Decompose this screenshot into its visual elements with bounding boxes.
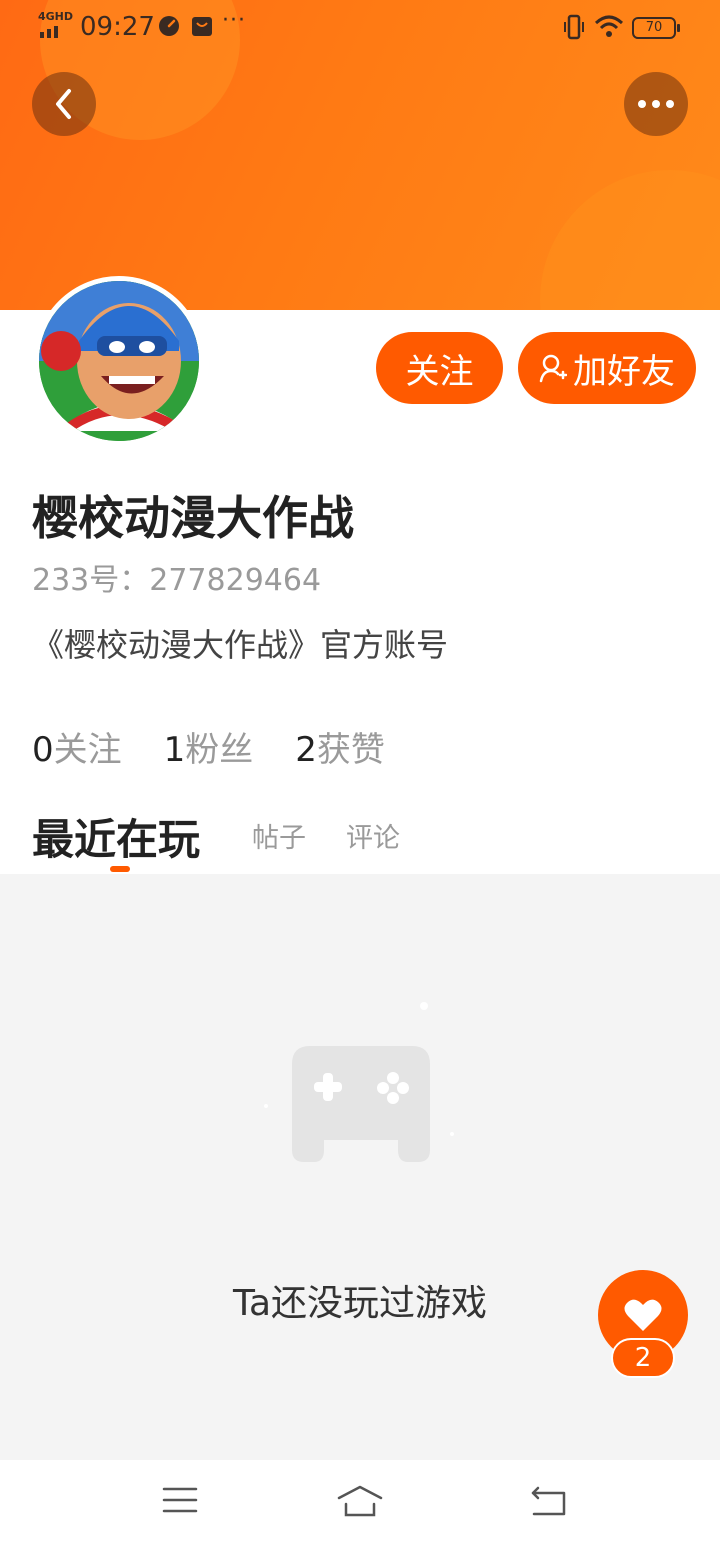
wifi-icon xyxy=(594,15,624,37)
back-button[interactable] xyxy=(32,72,96,136)
system-nav-bar xyxy=(0,1460,720,1544)
vibrate-icon xyxy=(564,14,584,40)
like-count-badge: 2 xyxy=(611,1338,675,1378)
more-dots-icon xyxy=(638,100,674,108)
add-friend-button[interactable]: 加好友 xyxy=(518,332,696,404)
stat-label: 粉丝 xyxy=(185,730,254,770)
tab-posts[interactable]: 帖子 xyxy=(252,816,306,855)
stat-number: 0 xyxy=(32,730,54,770)
chevron-left-icon xyxy=(56,89,71,119)
status-bar: 4GHD 09:27 ··· 70 xyxy=(0,0,720,56)
stat-following[interactable]: 0关注 xyxy=(32,722,122,771)
add-friend-label: 加好友 xyxy=(573,351,675,392)
user-plus-icon xyxy=(539,354,567,383)
speedometer-icon xyxy=(159,16,179,36)
stat-number: 2 xyxy=(295,730,317,770)
bag-icon xyxy=(192,17,212,36)
tab-comments[interactable]: 评论 xyxy=(346,816,400,855)
avatar[interactable] xyxy=(34,276,204,446)
stat-label: 获赞 xyxy=(316,730,385,770)
clock: 09:27 xyxy=(80,12,155,42)
tab-indicator xyxy=(110,866,130,872)
header-decoration xyxy=(540,170,720,310)
profile-stats: 0关注 1粉丝 2获赞 xyxy=(32,722,427,771)
menu-icon[interactable] xyxy=(162,1484,198,1516)
avatar-image xyxy=(39,281,199,441)
stat-number: 1 xyxy=(163,730,186,770)
profile-name: 樱校动漫大作战 xyxy=(32,491,354,545)
follow-label: 关注 xyxy=(405,351,474,392)
heart-icon xyxy=(624,1299,662,1331)
profile-bio: 《樱校动漫大作战》官方账号 xyxy=(32,626,449,664)
signal-icon xyxy=(40,26,58,38)
home-icon[interactable] xyxy=(336,1484,384,1518)
tab-recently-played[interactable]: 最近在玩 xyxy=(32,806,200,867)
battery-icon: 70 xyxy=(632,17,680,39)
stat-likes[interactable]: 2获赞 xyxy=(295,722,385,771)
follow-button[interactable]: 关注 xyxy=(376,332,503,404)
more-options-button[interactable] xyxy=(624,72,688,136)
back-icon[interactable] xyxy=(530,1484,568,1518)
profile-tabs: 最近在玩 帖子 评论 xyxy=(32,804,720,874)
gamepad-icon xyxy=(264,1002,454,1162)
stat-followers[interactable]: 1粉丝 xyxy=(164,722,254,771)
network-type: 4GHD xyxy=(38,10,74,23)
more-notifications-icon: ··· xyxy=(222,8,246,33)
stat-label: 关注 xyxy=(53,730,122,770)
tab-content: Ta还没玩过游戏 xyxy=(0,874,720,1460)
account-id: 233号：277829464 xyxy=(32,563,322,598)
